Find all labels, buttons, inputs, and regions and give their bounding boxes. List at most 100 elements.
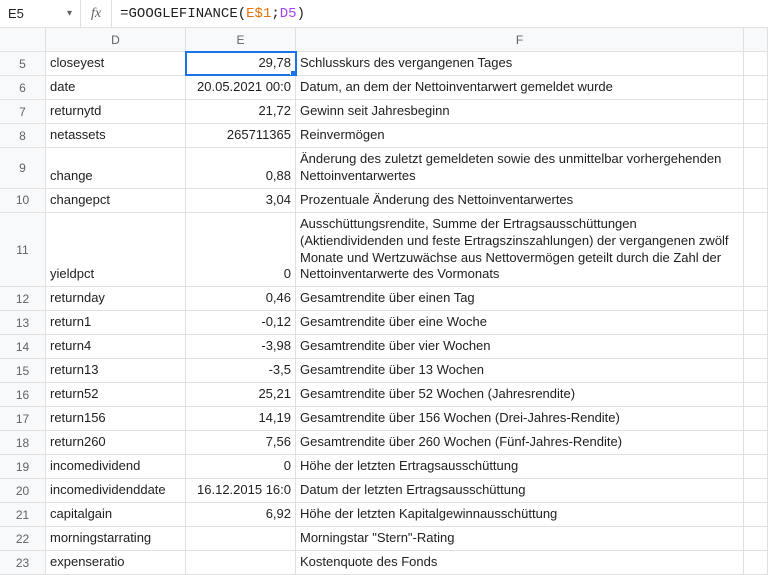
cell[interactable]: Prozentuale Änderung des Nettoinventarwe… <box>296 189 744 212</box>
cell[interactable]: returnday <box>46 287 186 310</box>
row-header[interactable]: 5 <box>0 52 46 75</box>
cell[interactable] <box>744 503 768 526</box>
cell[interactable]: capitalgain <box>46 503 186 526</box>
cell[interactable]: Datum, an dem der Nettoinventarwert geme… <box>296 76 744 99</box>
cell[interactable]: return1 <box>46 311 186 334</box>
cell[interactable]: 21,72 <box>186 100 296 123</box>
row-header[interactable]: 21 <box>0 503 46 526</box>
cell[interactable]: Ausschüttungsrendite, Summe der Ertragsa… <box>296 213 744 287</box>
column-header-d[interactable]: D <box>46 28 186 51</box>
cell[interactable] <box>744 431 768 454</box>
row-header[interactable]: 9 <box>0 148 46 188</box>
cell[interactable]: morningstarrating <box>46 527 186 550</box>
cell[interactable]: 0 <box>186 213 296 287</box>
row-header[interactable]: 23 <box>0 551 46 574</box>
cell[interactable]: Datum der letzten Ertragsausschüttung <box>296 479 744 502</box>
cell[interactable] <box>186 551 296 574</box>
cell[interactable] <box>744 100 768 123</box>
cell[interactable] <box>744 407 768 430</box>
row-header[interactable]: 19 <box>0 455 46 478</box>
row-header[interactable]: 11 <box>0 213 46 287</box>
cell[interactable]: expenseratio <box>46 551 186 574</box>
select-all-corner[interactable] <box>0 28 46 51</box>
cell[interactable]: Gesamtrendite über 260 Wochen (Fünf-Jahr… <box>296 431 744 454</box>
cell[interactable] <box>744 311 768 334</box>
cell[interactable]: change <box>46 148 186 188</box>
row-header[interactable]: 17 <box>0 407 46 430</box>
cell[interactable]: Gesamtrendite über 52 Wochen (Jahresrend… <box>296 383 744 406</box>
row-header[interactable]: 16 <box>0 383 46 406</box>
cell[interactable]: Kostenquote des Fonds <box>296 551 744 574</box>
cell[interactable]: return156 <box>46 407 186 430</box>
cell[interactable]: return260 <box>46 431 186 454</box>
cell[interactable] <box>744 287 768 310</box>
cell[interactable]: Gewinn seit Jahresbeginn <box>296 100 744 123</box>
row-header[interactable]: 8 <box>0 124 46 147</box>
cell[interactable]: changepct <box>46 189 186 212</box>
row-header[interactable]: 7 <box>0 100 46 123</box>
cell[interactable]: -3,5 <box>186 359 296 382</box>
row-header[interactable]: 15 <box>0 359 46 382</box>
cell[interactable]: 3,04 <box>186 189 296 212</box>
cell[interactable]: Höhe der letzten Kapitalgewinnausschüttu… <box>296 503 744 526</box>
cell[interactable]: Gesamtrendite über vier Wochen <box>296 335 744 358</box>
cell[interactable]: closeyest <box>46 52 186 75</box>
row-header[interactable]: 20 <box>0 479 46 502</box>
cell[interactable]: return4 <box>46 335 186 358</box>
cell[interactable] <box>744 124 768 147</box>
cell[interactable] <box>186 527 296 550</box>
row-header[interactable]: 13 <box>0 311 46 334</box>
cell[interactable] <box>744 455 768 478</box>
row-header[interactable]: 12 <box>0 287 46 310</box>
cell[interactable]: Höhe der letzten Ertragsausschüttung <box>296 455 744 478</box>
cell[interactable]: -3,98 <box>186 335 296 358</box>
cell[interactable]: Reinvermögen <box>296 124 744 147</box>
column-header-e[interactable]: E <box>186 28 296 51</box>
cell[interactable] <box>744 335 768 358</box>
cell[interactable] <box>744 213 768 287</box>
cell[interactable]: returnytd <box>46 100 186 123</box>
active-cell[interactable]: 29,78 <box>186 52 296 75</box>
row-header[interactable]: 22 <box>0 527 46 550</box>
cell[interactable]: Gesamtrendite über 156 Wochen (Drei-Jahr… <box>296 407 744 430</box>
row-header[interactable]: 18 <box>0 431 46 454</box>
cell[interactable]: netassets <box>46 124 186 147</box>
cell[interactable] <box>744 52 768 75</box>
cell[interactable]: 6,92 <box>186 503 296 526</box>
cell[interactable] <box>744 148 768 188</box>
cell[interactable]: Gesamtrendite über einen Tag <box>296 287 744 310</box>
cell[interactable]: 16.12.2015 16:0 <box>186 479 296 502</box>
name-box[interactable]: E5 ▾ <box>0 6 80 21</box>
cell[interactable]: incomedividend <box>46 455 186 478</box>
cell[interactable]: yieldpct <box>46 213 186 287</box>
cell[interactable]: incomedividenddate <box>46 479 186 502</box>
formula-input[interactable]: =GOOGLEFINANCE(E$1;D5) <box>112 6 768 22</box>
cell[interactable]: Gesamtrendite über eine Woche <box>296 311 744 334</box>
row-header[interactable]: 6 <box>0 76 46 99</box>
row-header[interactable]: 10 <box>0 189 46 212</box>
cell[interactable]: return52 <box>46 383 186 406</box>
cell[interactable]: Gesamtrendite über 13 Wochen <box>296 359 744 382</box>
cell[interactable]: date <box>46 76 186 99</box>
cell[interactable] <box>744 359 768 382</box>
cell[interactable]: 7,56 <box>186 431 296 454</box>
cell[interactable] <box>744 527 768 550</box>
column-header-f[interactable]: F <box>296 28 744 51</box>
cell[interactable] <box>744 383 768 406</box>
cell[interactable] <box>744 551 768 574</box>
cell[interactable]: return13 <box>46 359 186 382</box>
cell[interactable]: 0,46 <box>186 287 296 310</box>
cell[interactable] <box>744 479 768 502</box>
row-header[interactable]: 14 <box>0 335 46 358</box>
cell[interactable]: -0,12 <box>186 311 296 334</box>
cell[interactable]: 0,88 <box>186 148 296 188</box>
cell[interactable] <box>744 189 768 212</box>
cell[interactable] <box>744 76 768 99</box>
cell[interactable]: Änderung des zuletzt gemeldeten sowie de… <box>296 148 744 188</box>
column-header-g[interactable] <box>744 28 768 51</box>
cell[interactable]: 265711365 <box>186 124 296 147</box>
cell[interactable]: Schlusskurs des vergangenen Tages <box>296 52 744 75</box>
cell[interactable]: 14,19 <box>186 407 296 430</box>
cell[interactable]: Morningstar "Stern"-Rating <box>296 527 744 550</box>
cell[interactable]: 0 <box>186 455 296 478</box>
